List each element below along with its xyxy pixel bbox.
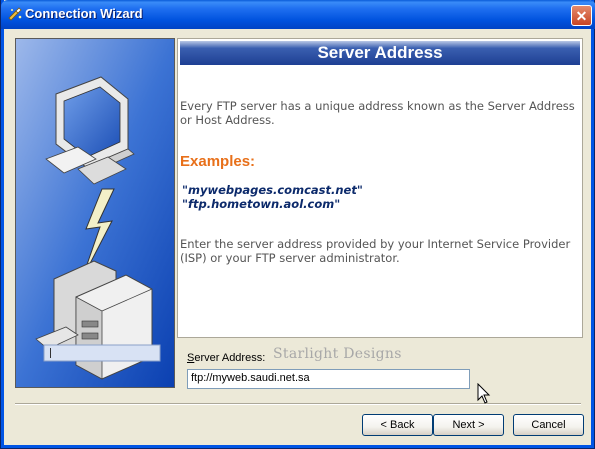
divider	[15, 403, 581, 405]
cancel-button[interactable]: Cancel	[513, 414, 584, 436]
examples-heading: Examples:	[180, 153, 256, 170]
server-address-label: Server Address:	[187, 352, 266, 364]
connection-wizard-window: Connection Wizard ✕ Server Address Every…	[0, 0, 595, 449]
watermark: Starlight Designs	[273, 346, 402, 362]
network-computers-illustration	[16, 39, 174, 387]
back-button[interactable]: < Back	[362, 414, 433, 436]
intro-text: Every FTP server has a unique address kn…	[180, 99, 575, 127]
monitor-icon	[45, 76, 135, 185]
server-address-input[interactable]: ftp://myweb.saudi.net.sa	[187, 369, 470, 389]
window-title: Connection Wizard	[25, 6, 143, 21]
instructions-text: Enter the server address provided by you…	[180, 237, 571, 265]
content-panel: Server Address Every FTP server has a un…	[177, 38, 583, 338]
example-address: "ftp.hometown.aol.com"	[182, 197, 341, 211]
wizard-icon	[8, 7, 22, 21]
next-button[interactable]: Next >	[433, 414, 504, 436]
title-bar[interactable]: Connection Wizard ✕	[1, 0, 595, 29]
mouse-pointer-icon	[477, 383, 491, 404]
example-address: "mywebpages.comcast.net"	[182, 183, 363, 197]
wizard-illustration-panel	[15, 38, 175, 388]
close-icon[interactable]: ✕	[571, 5, 592, 26]
page-title: Server Address	[180, 41, 580, 65]
